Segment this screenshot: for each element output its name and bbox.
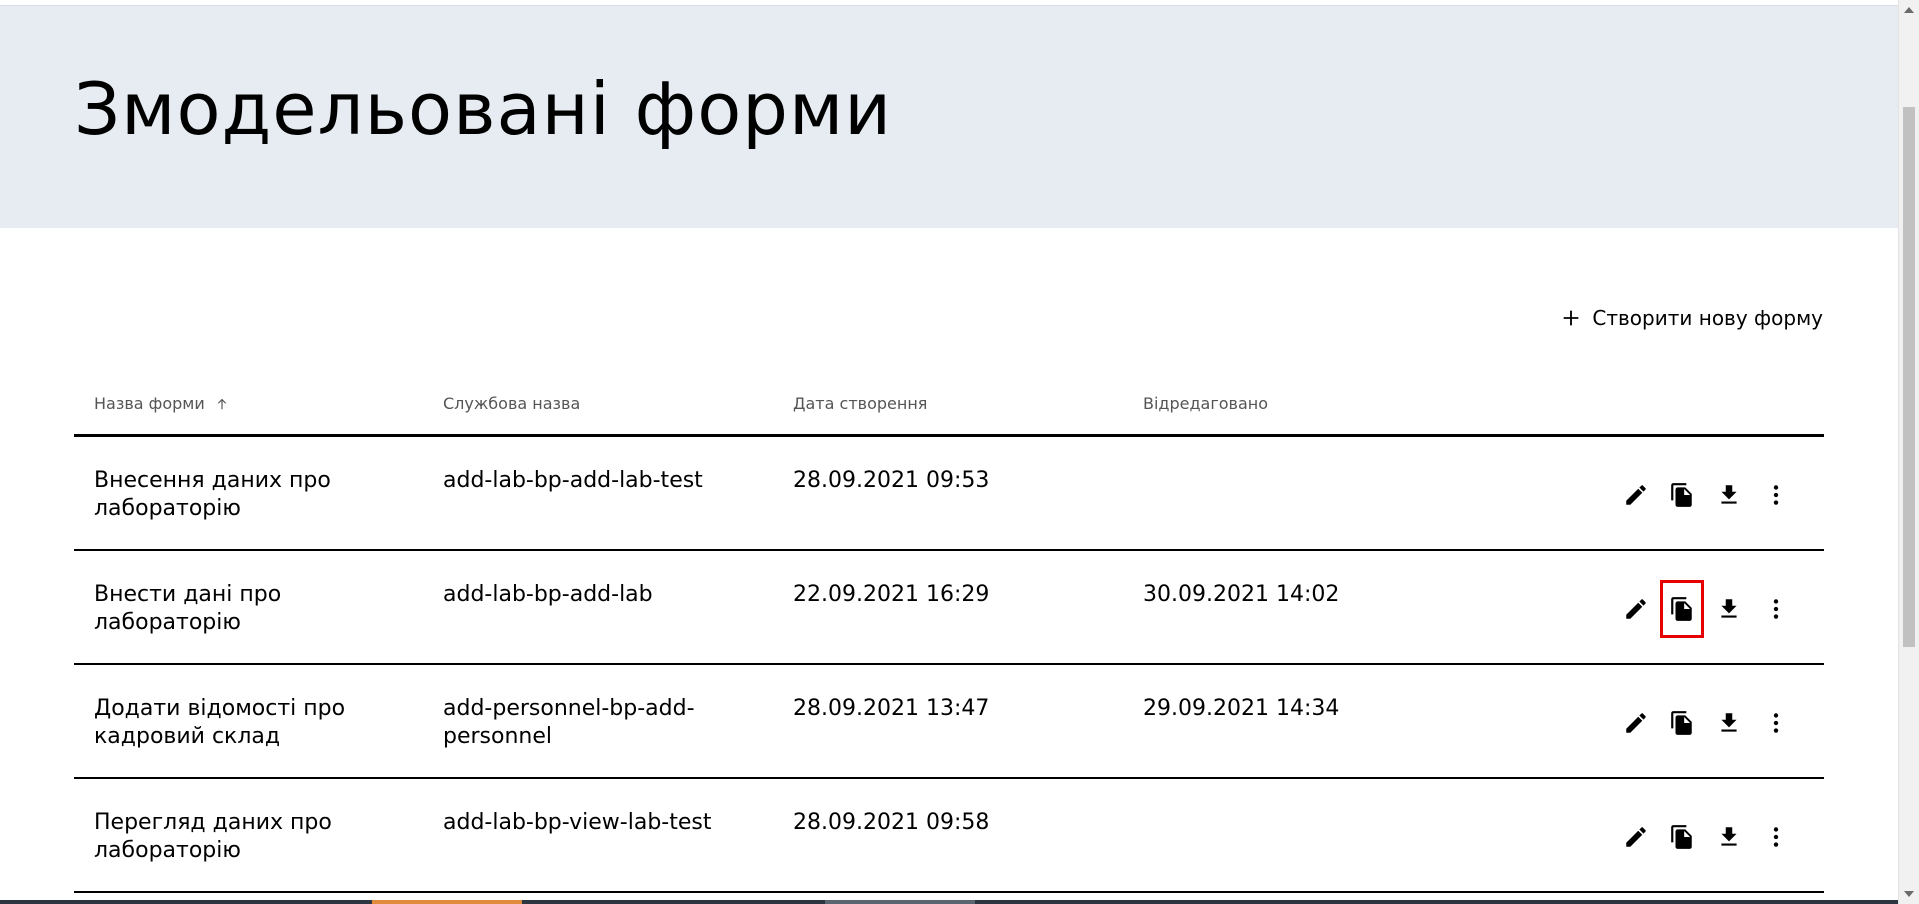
copy-icon <box>1671 711 1692 735</box>
column-header-name-label: Назва форми <box>94 394 205 413</box>
column-header-service-name[interactable]: Службова назва <box>443 394 580 413</box>
form-name-cell: Перегляд даних про лабораторію <box>94 810 332 863</box>
column-header-name[interactable]: Назва форми <box>94 394 229 413</box>
form-name-cell: Додати відомості про кадровий склад <box>94 696 346 749</box>
created-date-cell: 22.09.2021 16:29 <box>793 582 990 607</box>
created-date-cell: 28.09.2021 09:58 <box>793 810 990 835</box>
copy-icon <box>1671 483 1692 507</box>
download-icon <box>1721 827 1737 846</box>
copy-icon <box>1671 597 1692 621</box>
download-icon <box>1721 713 1737 732</box>
row-actions <box>1614 815 1824 857</box>
table-row: Додати відомості про кадровий склад add-… <box>74 665 1824 779</box>
column-header-edited[interactable]: Відредаговано <box>1143 394 1268 413</box>
service-name-cell: add-lab-bp-view-lab-test <box>443 810 712 835</box>
scroll-up-icon[interactable] <box>1904 7 1914 13</box>
more-vertical-icon <box>1773 827 1779 847</box>
pencil-icon <box>1626 713 1646 733</box>
arrow-up-icon[interactable] <box>215 397 229 411</box>
download-button[interactable] <box>1707 701 1751 745</box>
table-header: Назва форми Службова назва Дата створенн… <box>74 380 1824 437</box>
vertical-scrollbar[interactable] <box>1898 0 1919 904</box>
download-button[interactable] <box>1707 815 1751 859</box>
create-new-form-label: Створити нову форму <box>1592 306 1823 330</box>
page-title: Змодельовані форми <box>74 67 893 151</box>
download-button[interactable] <box>1707 587 1751 631</box>
plus-icon <box>1564 310 1579 326</box>
form-name-cell: Внести дані про лабораторію <box>94 582 282 635</box>
page-header: Змодельовані форми <box>0 6 1898 228</box>
column-header-created-label: Дата створення <box>793 394 928 413</box>
row-actions <box>1614 473 1824 515</box>
pencil-icon <box>1626 827 1646 847</box>
forms-table: Назва форми Службова назва Дата створенн… <box>74 380 1824 893</box>
copy-button[interactable] <box>1660 815 1704 859</box>
form-name-cell: Внесення даних про лабораторію <box>94 468 331 521</box>
copy-button[interactable] <box>1660 701 1704 745</box>
edit-button[interactable] <box>1614 473 1658 517</box>
column-header-created[interactable]: Дата створення <box>793 394 927 413</box>
edited-date-cell: 30.09.2021 14:02 <box>1143 582 1340 607</box>
edit-button[interactable] <box>1614 701 1658 745</box>
download-button[interactable] <box>1707 473 1751 517</box>
more-vertical-icon <box>1773 713 1779 733</box>
service-name-cell: add-personnel-bp-add-personnel <box>443 696 695 749</box>
copy-icon <box>1671 825 1692 849</box>
table-row: Внесення даних про лабораторію add-lab-b… <box>74 437 1824 551</box>
more-vertical-icon <box>1773 485 1779 505</box>
created-date-cell: 28.09.2021 13:47 <box>793 696 990 721</box>
more-options-button[interactable] <box>1754 815 1798 859</box>
more-options-button[interactable] <box>1754 701 1798 745</box>
app-viewport: Змодельовані форми Створити нову форму Н… <box>0 0 1898 904</box>
edit-button[interactable] <box>1614 587 1658 631</box>
pencil-icon <box>1626 485 1646 505</box>
scroll-down-icon[interactable] <box>1904 891 1914 897</box>
copy-button[interactable] <box>1660 473 1704 517</box>
column-header-service-name-label: Службова назва <box>443 394 581 413</box>
column-header-edited-label: Відредаговано <box>1143 394 1269 413</box>
more-options-button[interactable] <box>1754 587 1798 631</box>
bottom-strip-segment <box>825 900 975 904</box>
scrollbar-thumb[interactable] <box>1903 107 1915 647</box>
edit-button[interactable] <box>1614 815 1658 859</box>
row-actions <box>1614 580 1824 638</box>
pencil-icon <box>1626 599 1646 619</box>
table-row: Перегляд даних про лабораторію add-lab-b… <box>74 779 1824 893</box>
download-icon <box>1721 485 1737 504</box>
copy-button-highlighted[interactable] <box>1660 580 1704 638</box>
table-row: Внести дані про лабораторію add-lab-bp-a… <box>74 551 1824 665</box>
more-options-button[interactable] <box>1754 473 1798 517</box>
bottom-strip-segment <box>372 900 522 904</box>
service-name-cell: add-lab-bp-add-lab <box>443 582 653 607</box>
download-icon <box>1721 599 1737 618</box>
bottom-strip <box>0 900 1898 904</box>
edited-date-cell: 29.09.2021 14:34 <box>1143 696 1340 721</box>
create-new-form-button[interactable]: Створити нову форму <box>1560 300 1823 336</box>
service-name-cell: add-lab-bp-add-lab-test <box>443 468 703 493</box>
more-vertical-icon <box>1773 599 1779 619</box>
created-date-cell: 28.09.2021 09:53 <box>793 468 990 493</box>
row-actions <box>1614 701 1824 743</box>
